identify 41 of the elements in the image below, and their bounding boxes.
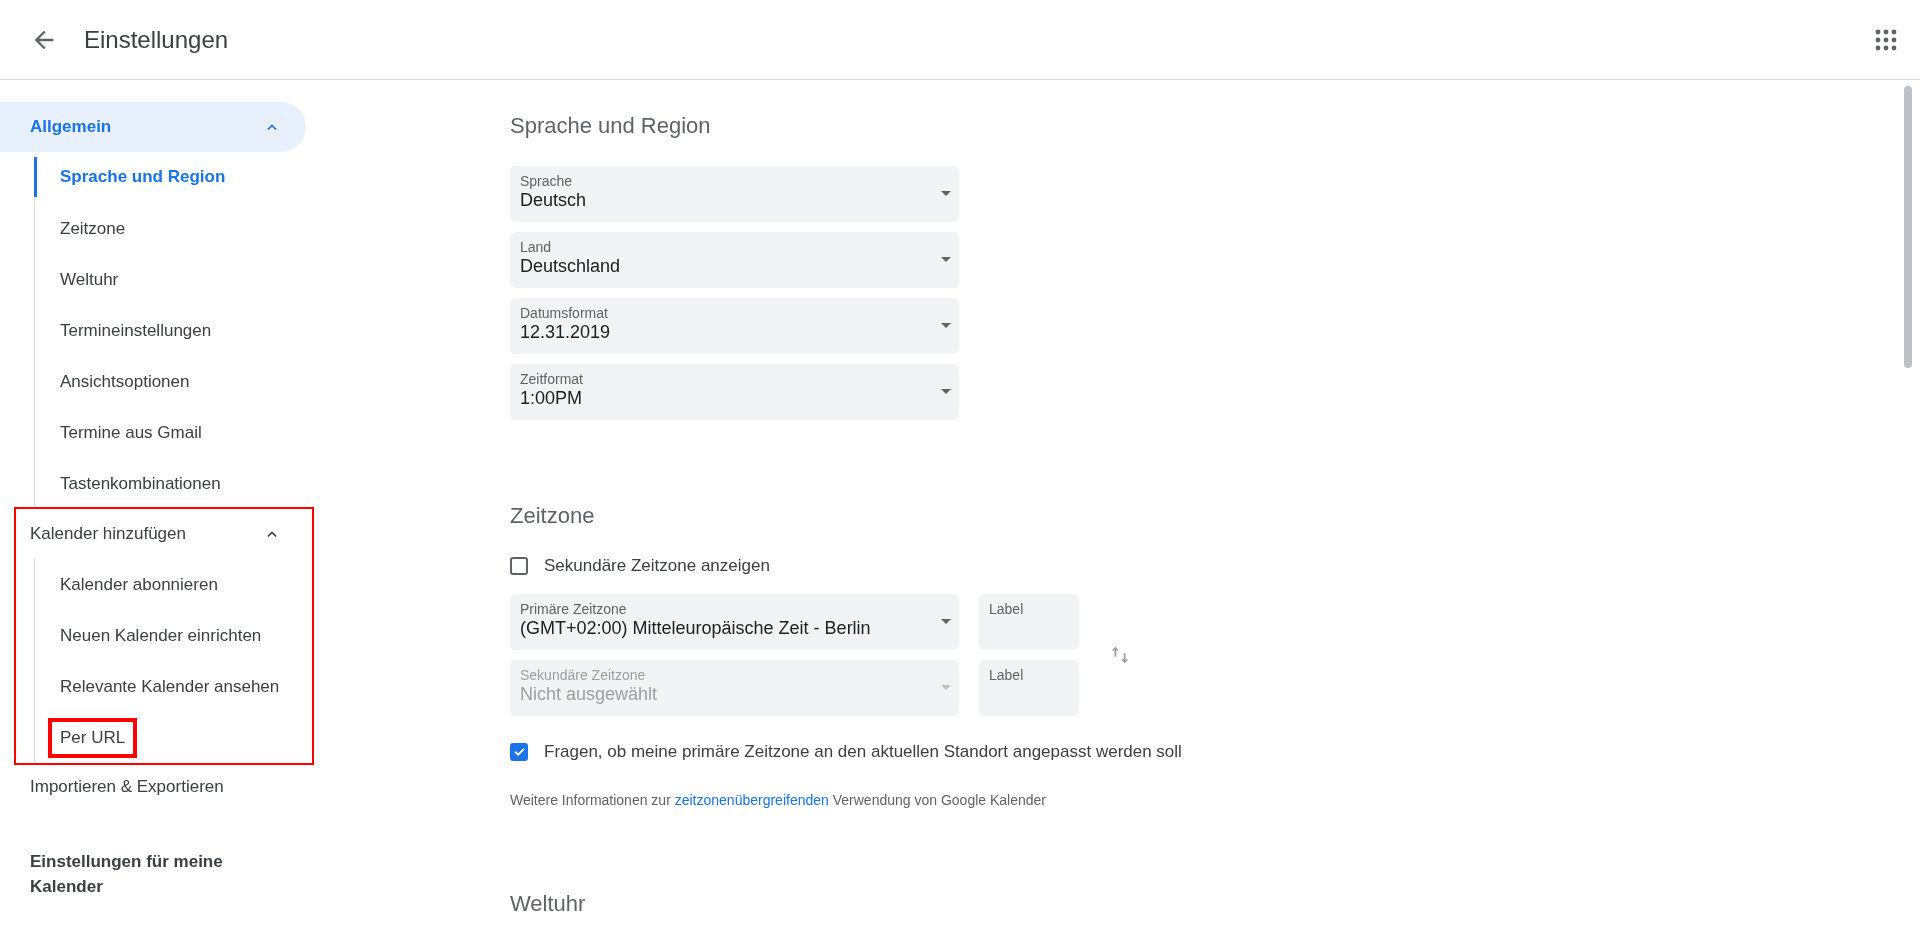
dropdown[interactable]: Primäre Zeitzone (GMT+02:00) Mitteleuropäische Zeit - Berlin bbox=[510, 594, 959, 650]
dropdown[interactable]: Land Deutschland bbox=[510, 232, 959, 288]
sidebar-item[interactable]: Ansichtsoptionen bbox=[50, 363, 200, 400]
dropdown[interactable]: Sprache Deutsch bbox=[510, 166, 959, 222]
field-label: Zeitformat bbox=[520, 371, 583, 387]
dropdown[interactable]: Zeitformat 1:00PM bbox=[510, 364, 959, 420]
sidebar-item[interactable]: Per URL bbox=[50, 719, 136, 756]
field-label: Sekundäre Zeitzone bbox=[520, 667, 646, 683]
field-value: Nicht ausgewählt bbox=[520, 684, 658, 705]
sidebar-item[interactable]: Neuen Kalender einrichten bbox=[50, 617, 272, 654]
sidebar-item[interactable]: Termineinstellungen bbox=[50, 312, 222, 349]
sidebar-item[interactable]: Kalender abonnieren bbox=[50, 566, 228, 603]
info-text: Weitere Informationen zur zeitzonenübergreifenden Verwendung von Google Kalender bbox=[510, 792, 1047, 808]
dropdown[interactable]: Datumsformat 12.31.2019 bbox=[510, 298, 959, 354]
sidebar-heading: Einstellungen für meine Kalender bbox=[29, 851, 224, 898]
sidebar-item[interactable]: Termine aus Gmail bbox=[50, 414, 212, 451]
field-label: Sprache bbox=[520, 173, 573, 189]
label-input-field[interactable]: Label bbox=[979, 594, 1079, 650]
checkbox-label: Fragen, ob meine primäre Zeitzone an den aktuellen Standort angepasst werden soll bbox=[544, 742, 1182, 762]
sidebar-item[interactable]: Weltuhr bbox=[50, 261, 129, 298]
field-label: Land bbox=[520, 239, 552, 255]
field-value: Deutschland bbox=[520, 256, 621, 277]
field-value: 12.31.2019 bbox=[520, 322, 611, 343]
sidebar-section[interactable]: Kalender hinzufügen bbox=[0, 509, 306, 559]
field-value: Deutsch bbox=[520, 190, 587, 211]
field-value: 1:00PM bbox=[520, 388, 583, 409]
sidebar-item[interactable]: Relevante Kalender ansehen bbox=[50, 668, 290, 705]
section-title: Weltuhr bbox=[510, 890, 586, 918]
field-label: Datumsformat bbox=[520, 305, 608, 321]
sidebar-item[interactable]: Sprache und Region bbox=[34, 157, 310, 197]
page-title: Einstellungen bbox=[84, 25, 230, 54]
sidebar-item[interactable]: Tastenkombinationen bbox=[50, 465, 231, 502]
info-link[interactable]: zeitzonenübergreifenden bbox=[674, 792, 829, 808]
sidebar-section[interactable]: Allgemein bbox=[0, 102, 306, 152]
sidebar-section[interactable]: Importieren & Exportieren bbox=[0, 763, 310, 811]
field-label: Primäre Zeitzone bbox=[520, 601, 627, 617]
section-title: Sprache und Region bbox=[510, 112, 711, 140]
sidebar-item[interactable]: Zeitzone bbox=[50, 210, 136, 247]
checkbox-label: Sekundäre Zeitzone anzeigen bbox=[544, 556, 770, 576]
section-title: Zeitzone bbox=[510, 502, 595, 530]
field-value: (GMT+02:00) Mitteleuropäische Zeit - Berlin bbox=[520, 618, 871, 639]
